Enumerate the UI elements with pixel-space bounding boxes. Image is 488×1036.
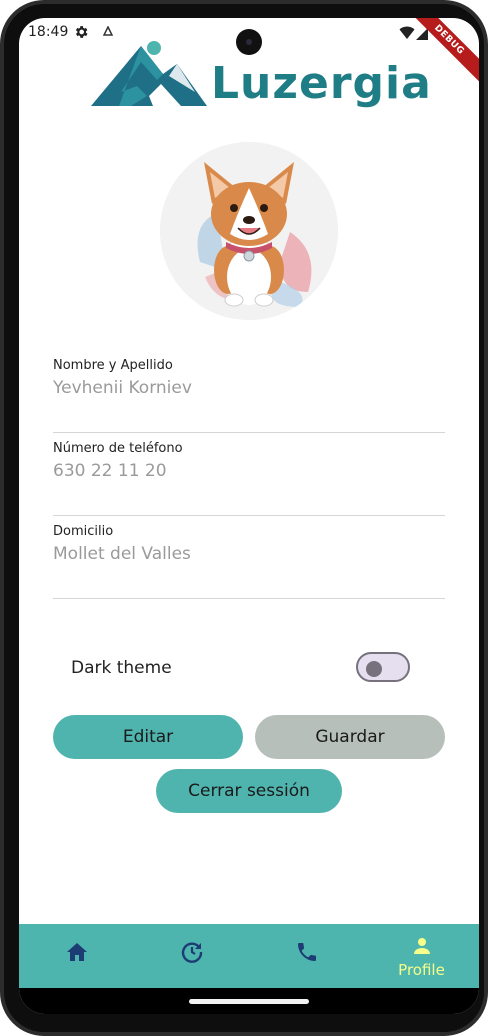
logout-button[interactable]: Cerrar sessión bbox=[156, 769, 342, 813]
name-field-label: Nombre y Apellido bbox=[53, 358, 173, 373]
switch-knob bbox=[366, 661, 382, 677]
gear-icon bbox=[73, 24, 89, 44]
app-logo: Luzergia bbox=[91, 40, 431, 110]
dark-theme-label: Dark theme bbox=[71, 658, 172, 678]
status-time: 18:49 bbox=[28, 24, 69, 40]
device-frame: 18:49 DEBUG Luzergia Nombre y Apellido Y… bbox=[0, 0, 488, 1036]
corgi-illustration bbox=[160, 142, 338, 320]
person-icon bbox=[410, 934, 434, 958]
home-indicator[interactable] bbox=[189, 999, 309, 1004]
notification-icon bbox=[102, 25, 114, 39]
logo-text: Luzergia bbox=[211, 58, 432, 109]
address-field-value[interactable]: Mollet del Valles bbox=[53, 544, 191, 564]
app-screen: 18:49 DEBUG Luzergia Nombre y Apellido Y… bbox=[19, 18, 479, 1014]
address-field-label: Domicilio bbox=[53, 524, 114, 539]
address-field[interactable]: Domicilio Mollet del Valles bbox=[53, 524, 445, 599]
mountain-logo-icon bbox=[91, 41, 207, 106]
edit-button[interactable]: Editar bbox=[53, 715, 243, 759]
profile-avatar[interactable] bbox=[160, 142, 338, 320]
nav-item-phone[interactable] bbox=[249, 924, 364, 988]
nav-label-profile: Profile bbox=[398, 961, 445, 979]
device-bezel: 18:49 DEBUG Luzergia Nombre y Apellido Y… bbox=[4, 4, 484, 1032]
nav-item-history[interactable] bbox=[134, 924, 249, 988]
name-field-value[interactable]: Yevhenii Korniev bbox=[53, 378, 192, 398]
save-button[interactable]: Guardar bbox=[255, 715, 445, 759]
phone-field[interactable]: Número de teléfono 630 22 11 20 bbox=[53, 441, 445, 516]
bottom-navigation: Profile bbox=[19, 924, 479, 988]
home-icon bbox=[65, 940, 89, 964]
history-icon bbox=[180, 940, 204, 964]
phone-field-label: Número de teléfono bbox=[53, 441, 183, 456]
dark-theme-switch[interactable] bbox=[356, 652, 410, 682]
dark-theme-row: Dark theme bbox=[71, 652, 417, 692]
phone-icon bbox=[295, 940, 319, 964]
phone-field-value[interactable]: 630 22 11 20 bbox=[53, 461, 167, 481]
name-field[interactable]: Nombre y Apellido Yevhenii Korniev bbox=[53, 358, 445, 433]
nav-item-home[interactable] bbox=[19, 924, 134, 988]
nav-item-profile[interactable]: Profile bbox=[364, 924, 479, 988]
